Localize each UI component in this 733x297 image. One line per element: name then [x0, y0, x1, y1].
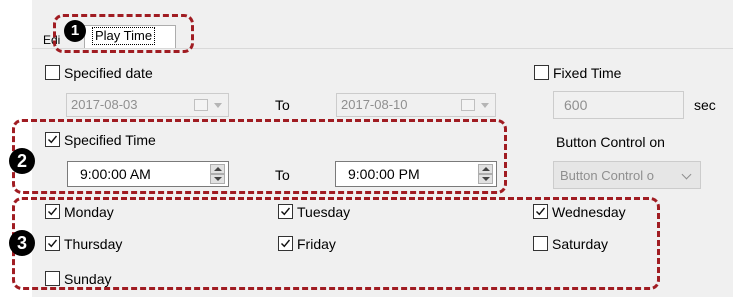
button-control-value: Button Control o	[560, 168, 654, 183]
callout-badge-1: 1	[64, 20, 86, 42]
specified-date-label: Specified date	[64, 65, 153, 81]
button-control-select[interactable]: Button Control o	[553, 161, 701, 189]
callout-2-frame	[12, 119, 507, 194]
calendar-icon	[461, 99, 475, 111]
callout-badge-2: 2	[9, 148, 35, 174]
checkbox-box	[45, 65, 60, 80]
fixed-time-input[interactable]: 600	[553, 91, 684, 119]
fixed-time-label: Fixed Time	[553, 65, 622, 81]
chevron-down-icon	[681, 169, 692, 180]
date-from-picker[interactable]: 2017-08-03	[66, 93, 229, 117]
callout-3-frame	[12, 197, 660, 290]
callout-badge-3: 3	[9, 230, 35, 256]
fixed-time-unit: sec	[694, 97, 716, 113]
checkbox-box	[534, 65, 549, 80]
button-control-label: Button Control on	[556, 134, 665, 150]
date-to-picker[interactable]: 2017-08-10	[336, 93, 496, 117]
date-to-value: 2017-08-10	[341, 97, 408, 112]
date-from-value: 2017-08-03	[71, 97, 138, 112]
dropdown-arrow-icon	[214, 103, 222, 108]
date-to-label: To	[275, 97, 290, 113]
calendar-icon	[194, 99, 208, 111]
dropdown-arrow-icon	[481, 103, 489, 108]
fixed-time-value: 600	[564, 97, 588, 113]
